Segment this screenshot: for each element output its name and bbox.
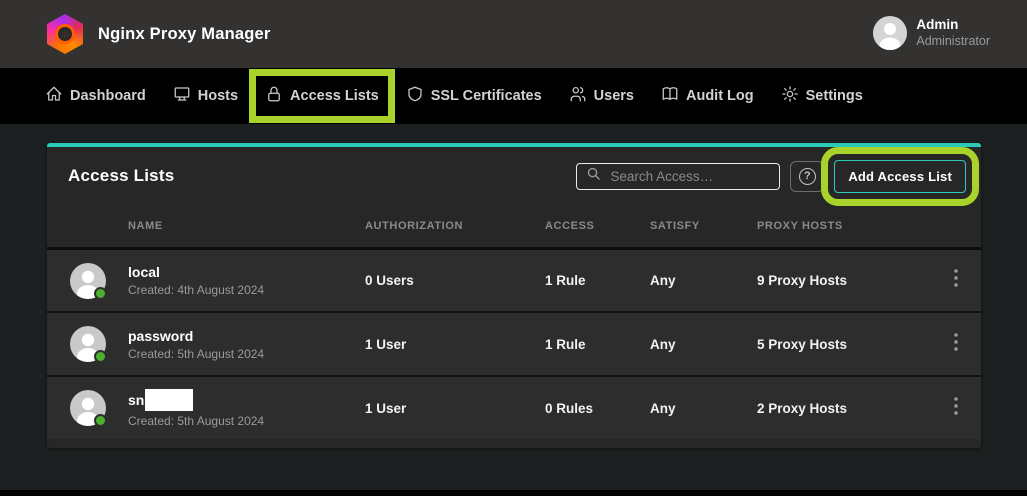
app-title: Nginx Proxy Manager [98,25,271,44]
kebab-icon [954,333,958,356]
created-date: Created: 4th August 2024 [128,283,365,297]
book-icon [661,85,679,107]
panel-header: Access Lists ? Add Access List [47,147,981,205]
topbar: Nginx Proxy Manager Admin Administrator [0,0,1027,68]
table-row[interactable]: password Created: 5th August 2024 1 User… [47,311,981,375]
nav-item-ssl-certificates[interactable]: SSL Certificates [406,85,542,107]
table-row[interactable]: sn Created: 5th August 2024 1 User 0 Rul… [47,375,981,439]
status-online-dot [94,350,107,363]
home-icon [45,85,63,107]
table-header: NAME AUTHORIZATION ACCESS SATISFY PROXY … [47,205,981,247]
user-role: Administrator [916,34,990,50]
satisfy-value: Any [650,337,757,352]
column-header-access: ACCESS [545,220,650,232]
column-header-authorization: AUTHORIZATION [365,220,545,232]
user-menu[interactable]: Admin Administrator [873,16,990,50]
redaction-box [145,389,193,411]
created-date: Created: 5th August 2024 [128,347,365,361]
access-value: 1 Rule [545,273,650,288]
row-actions-menu[interactable] [930,397,981,420]
row-avatar [70,326,106,362]
proxy-hosts-value: 5 Proxy Hosts [757,337,930,352]
main-navigation: Dashboard Hosts Access Lists SSL Certifi… [0,68,1027,124]
shield-icon [406,85,424,107]
search-input[interactable] [610,169,770,184]
lock-icon [265,85,283,107]
access-lists-panel: Access Lists ? Add Access List NAME AUTH… [47,143,981,448]
created-date: Created: 5th August 2024 [128,414,365,428]
nav-item-hosts[interactable]: Hosts [173,85,238,107]
access-list-name: local [128,264,160,280]
column-header-proxy-hosts: PROXY HOSTS [757,220,930,232]
nav-item-users[interactable]: Users [569,85,634,107]
row-avatar [70,390,106,426]
proxy-hosts-value: 2 Proxy Hosts [757,401,930,416]
nav-item-settings[interactable]: Settings [781,85,863,107]
monitor-icon [173,85,191,107]
help-icon: ? [799,168,816,185]
nav-item-dashboard[interactable]: Dashboard [45,85,146,107]
status-online-dot [94,414,107,427]
access-list-name: password [128,328,193,344]
users-icon [569,85,587,107]
column-header-satisfy: SATISFY [650,220,757,232]
nav-item-access-lists[interactable]: Access Lists [265,85,379,107]
gear-icon [781,85,799,107]
row-avatar [70,263,106,299]
satisfy-value: Any [650,401,757,416]
row-actions-menu[interactable] [930,269,981,292]
column-header-name: NAME [128,220,365,232]
bottom-edge [0,490,1027,496]
authorization-value: 0 Users [365,273,545,288]
authorization-value: 1 User [365,337,545,352]
row-actions-menu[interactable] [930,333,981,356]
nav-item-audit-log[interactable]: Audit Log [661,85,754,107]
help-button[interactable]: ? [790,161,824,192]
satisfy-value: Any [650,273,757,288]
table-row[interactable]: local Created: 4th August 2024 0 Users 1… [47,247,981,311]
user-name: Admin [916,17,990,34]
access-list-name: sn [128,392,144,408]
kebab-icon [954,269,958,292]
kebab-icon [954,397,958,420]
add-access-list-button[interactable]: Add Access List [834,160,966,193]
access-value: 1 Rule [545,337,650,352]
nginx-proxy-manager-logo-icon [47,14,83,54]
search-box [576,163,780,190]
authorization-value: 1 User [365,401,545,416]
search-icon [586,166,601,186]
status-online-dot [94,287,107,300]
access-value: 0 Rules [545,401,650,416]
user-avatar [873,16,907,50]
page-title: Access Lists [68,166,174,186]
proxy-hosts-value: 9 Proxy Hosts [757,273,930,288]
